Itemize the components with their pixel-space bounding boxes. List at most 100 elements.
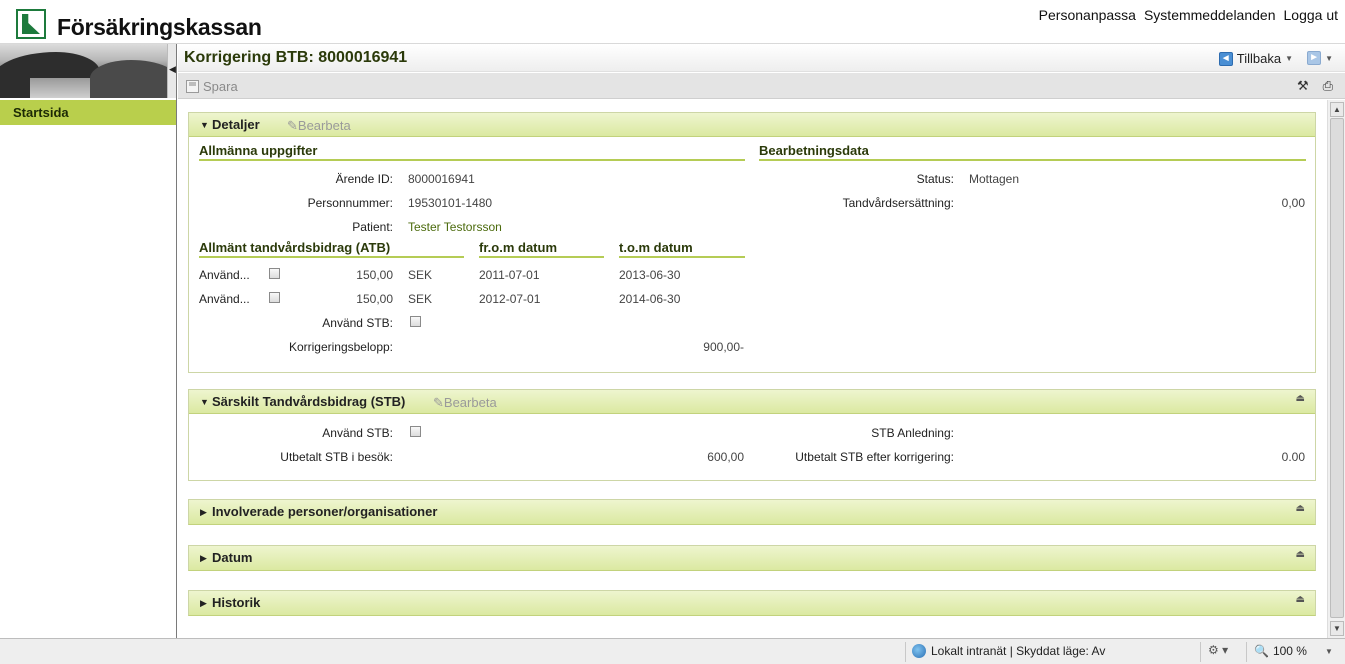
save-label: Spara [203, 79, 238, 94]
collapsed-triangle-icon: ▶ [200, 507, 207, 517]
zoom-level: 100 % [1272, 644, 1307, 658]
stb-panel-title: Särskilt Tandvårdsbidrag (STB) [212, 394, 406, 409]
atb-row-checkbox[interactable] [269, 292, 280, 303]
page-header: Korrigering BTB: 8000016941 ◄ Tillbaka ▼… [178, 44, 1345, 72]
atb-row-currency: SEK [408, 292, 433, 306]
personnummer-label: Personnummer: [307, 196, 393, 210]
back-button[interactable]: ◄ Tillbaka ▼ [1218, 51, 1293, 66]
expanded-triangle-icon: ▼ [200, 397, 209, 407]
browser-status-bar: Lokalt intranät | Skyddat läge: Av ⚙ ▾ 🔍… [0, 638, 1345, 664]
utbetalt-efter-value: 0.00 [1281, 450, 1305, 464]
atb-row-from: 2011-07-01 [479, 268, 540, 282]
atb-row-to: 2013-06-30 [619, 268, 681, 282]
to-date-column-header: t.o.m datum [619, 240, 745, 258]
save-button[interactable]: Spara [186, 79, 238, 94]
atb-row-currency: SEK [408, 268, 433, 282]
print-icon[interactable]: ⎙ [1323, 78, 1333, 94]
personanpassa-link[interactable]: Personanpassa [1039, 7, 1136, 23]
sidebar-collapse-handle[interactable]: ◀ [167, 44, 176, 98]
status-value: Mottagen [969, 172, 1020, 186]
panel-historik: ▶ Historik ⏏ [188, 590, 1316, 616]
details-panel-header[interactable]: ▼ Detaljer ✎Bearbeta [189, 113, 1315, 137]
tools-icon[interactable]: ⚒ [1297, 78, 1309, 94]
korrigeringsbelopp-label: Korrigeringsbelopp: [288, 340, 393, 354]
collapse-pin-icon[interactable]: ⏏ [1296, 594, 1305, 605]
arende-id-value: 8000016941 [408, 172, 475, 186]
tandvardsersattning-label: Tandvårdsersättning: [842, 196, 954, 210]
involverade-panel-title: Involverade personer/organisationer [212, 504, 438, 519]
back-label: Tillbaka [1236, 51, 1282, 66]
panel-involverade: ▶ Involverade personer/organisationer ⏏ [188, 499, 1316, 525]
pencil-icon: ✎ [287, 118, 298, 133]
from-date-column-header: fr.o.m datum [479, 240, 604, 258]
scroll-up-icon[interactable]: ▲ [1330, 102, 1344, 117]
utbetalt-stb-label: Utbetalt STB i besök: [280, 450, 393, 464]
arende-id-label: Ärende ID: [335, 172, 393, 186]
stb-anledning-label: STB Anledning: [871, 426, 954, 440]
stb-use-label: Använd STB: [322, 426, 393, 440]
collapsed-triangle-icon: ▶ [200, 553, 207, 563]
edit-label: Bearbeta [297, 118, 351, 133]
atb-row-amount: 150,00 [356, 292, 393, 306]
patient-link[interactable]: Tester Testorsson [408, 220, 502, 234]
toolbar: Spara ⚒ ⎙ [178, 73, 1345, 99]
scroll-down-icon[interactable]: ▼ [1330, 621, 1344, 636]
forward-button[interactable]: ► ▼ [1307, 51, 1333, 65]
chevron-down-icon[interactable]: ▼ [1325, 647, 1333, 656]
involverade-panel-header[interactable]: ▶ Involverade personer/organisationer ⏏ [189, 500, 1315, 524]
datum-panel-header[interactable]: ▶ Datum ⏏ [189, 546, 1315, 570]
logout-link[interactable]: Logga ut [1284, 7, 1339, 23]
magnifier-icon: 🔍 [1254, 644, 1269, 658]
atb-row-checkbox[interactable] [269, 268, 280, 279]
collapsed-triangle-icon: ▶ [200, 598, 207, 608]
expanded-triangle-icon: ▼ [200, 120, 209, 130]
stb-use-checkbox[interactable] [410, 426, 421, 437]
collapse-arrow-icon: ◀ [169, 64, 176, 74]
details-edit-button[interactable]: ✎Bearbeta [287, 118, 351, 134]
scroll-thumb[interactable] [1330, 118, 1344, 618]
historik-panel-header[interactable]: ▶ Historik ⏏ [189, 591, 1315, 615]
vertical-scrollbar[interactable]: ▲ ▼ [1327, 100, 1345, 638]
section-atb: Allmänt tandvårdsbidrag (ATB) [199, 240, 464, 258]
patient-label: Patient: [352, 220, 393, 234]
logo-icon [16, 9, 46, 39]
top-bar: Försäkringskassan Personanpassa Systemme… [0, 0, 1345, 44]
page-title: Korrigering BTB: 8000016941 [184, 49, 408, 66]
datum-panel-title: Datum [212, 550, 253, 565]
tandvardsersattning-value: 0,00 [1281, 196, 1305, 210]
atb-row-to: 2014-06-30 [619, 292, 681, 306]
top-links: Personanpassa Systemmeddelanden Logga ut [1039, 7, 1338, 23]
sidebar-item-startsida[interactable]: Startsida [0, 100, 176, 125]
chevron-down-icon[interactable]: ▼ [1325, 54, 1333, 63]
security-zone[interactable]: Lokalt intranät | Skyddat läge: Av [912, 644, 1105, 658]
globe-icon [912, 644, 926, 658]
utbetalt-stb-value: 600,00 [707, 450, 744, 464]
details-panel: ▼ Detaljer ✎Bearbeta Allmänna uppgifter … [188, 112, 1316, 373]
use-stb-checkbox[interactable] [410, 316, 421, 327]
historik-panel-title: Historik [212, 595, 261, 610]
korrigeringsbelopp-value: 900,00- [703, 340, 744, 354]
systemmeddelanden-link[interactable]: Systemmeddelanden [1144, 7, 1276, 23]
atb-row-label: Använd... [199, 292, 250, 306]
use-stb-label: Använd STB: [322, 316, 393, 330]
zone-text: Lokalt intranät | Skyddat läge: Av [931, 644, 1106, 658]
main-content: ▼ Detaljer ✎Bearbeta Allmänna uppgifter … [178, 100, 1327, 638]
stb-panel: ▼ Särskilt Tandvårdsbidrag (STB) ✎Bearbe… [188, 389, 1316, 481]
status-label: Status: [916, 172, 954, 186]
utbetalt-efter-label: Utbetalt STB efter korrigering: [795, 450, 954, 464]
panel-datum: ▶ Datum ⏏ [188, 545, 1316, 571]
section-allmanna-uppgifter: Allmänna uppgifter [199, 143, 745, 161]
collapse-pin-icon[interactable]: ⏏ [1296, 549, 1305, 560]
landscape-banner [0, 44, 167, 98]
stb-edit-button[interactable]: ✎Bearbeta [433, 395, 497, 411]
sidebar: ◀ Startsida [0, 44, 177, 638]
collapse-pin-icon[interactable]: ⏏ [1296, 393, 1305, 404]
zoom-control[interactable]: 🔍 100 % ▼ [1254, 644, 1333, 658]
protected-mode-icon[interactable]: ⚙ ▾ [1208, 643, 1228, 657]
collapse-pin-icon[interactable]: ⏏ [1296, 503, 1305, 514]
forward-arrow-icon: ► [1307, 51, 1322, 65]
personnummer-value: 19530101-1480 [408, 196, 493, 210]
atb-row-label: Använd... [199, 268, 250, 282]
stb-panel-header[interactable]: ▼ Särskilt Tandvårdsbidrag (STB) ✎Bearbe… [189, 390, 1315, 414]
chevron-down-icon[interactable]: ▼ [1285, 54, 1293, 63]
